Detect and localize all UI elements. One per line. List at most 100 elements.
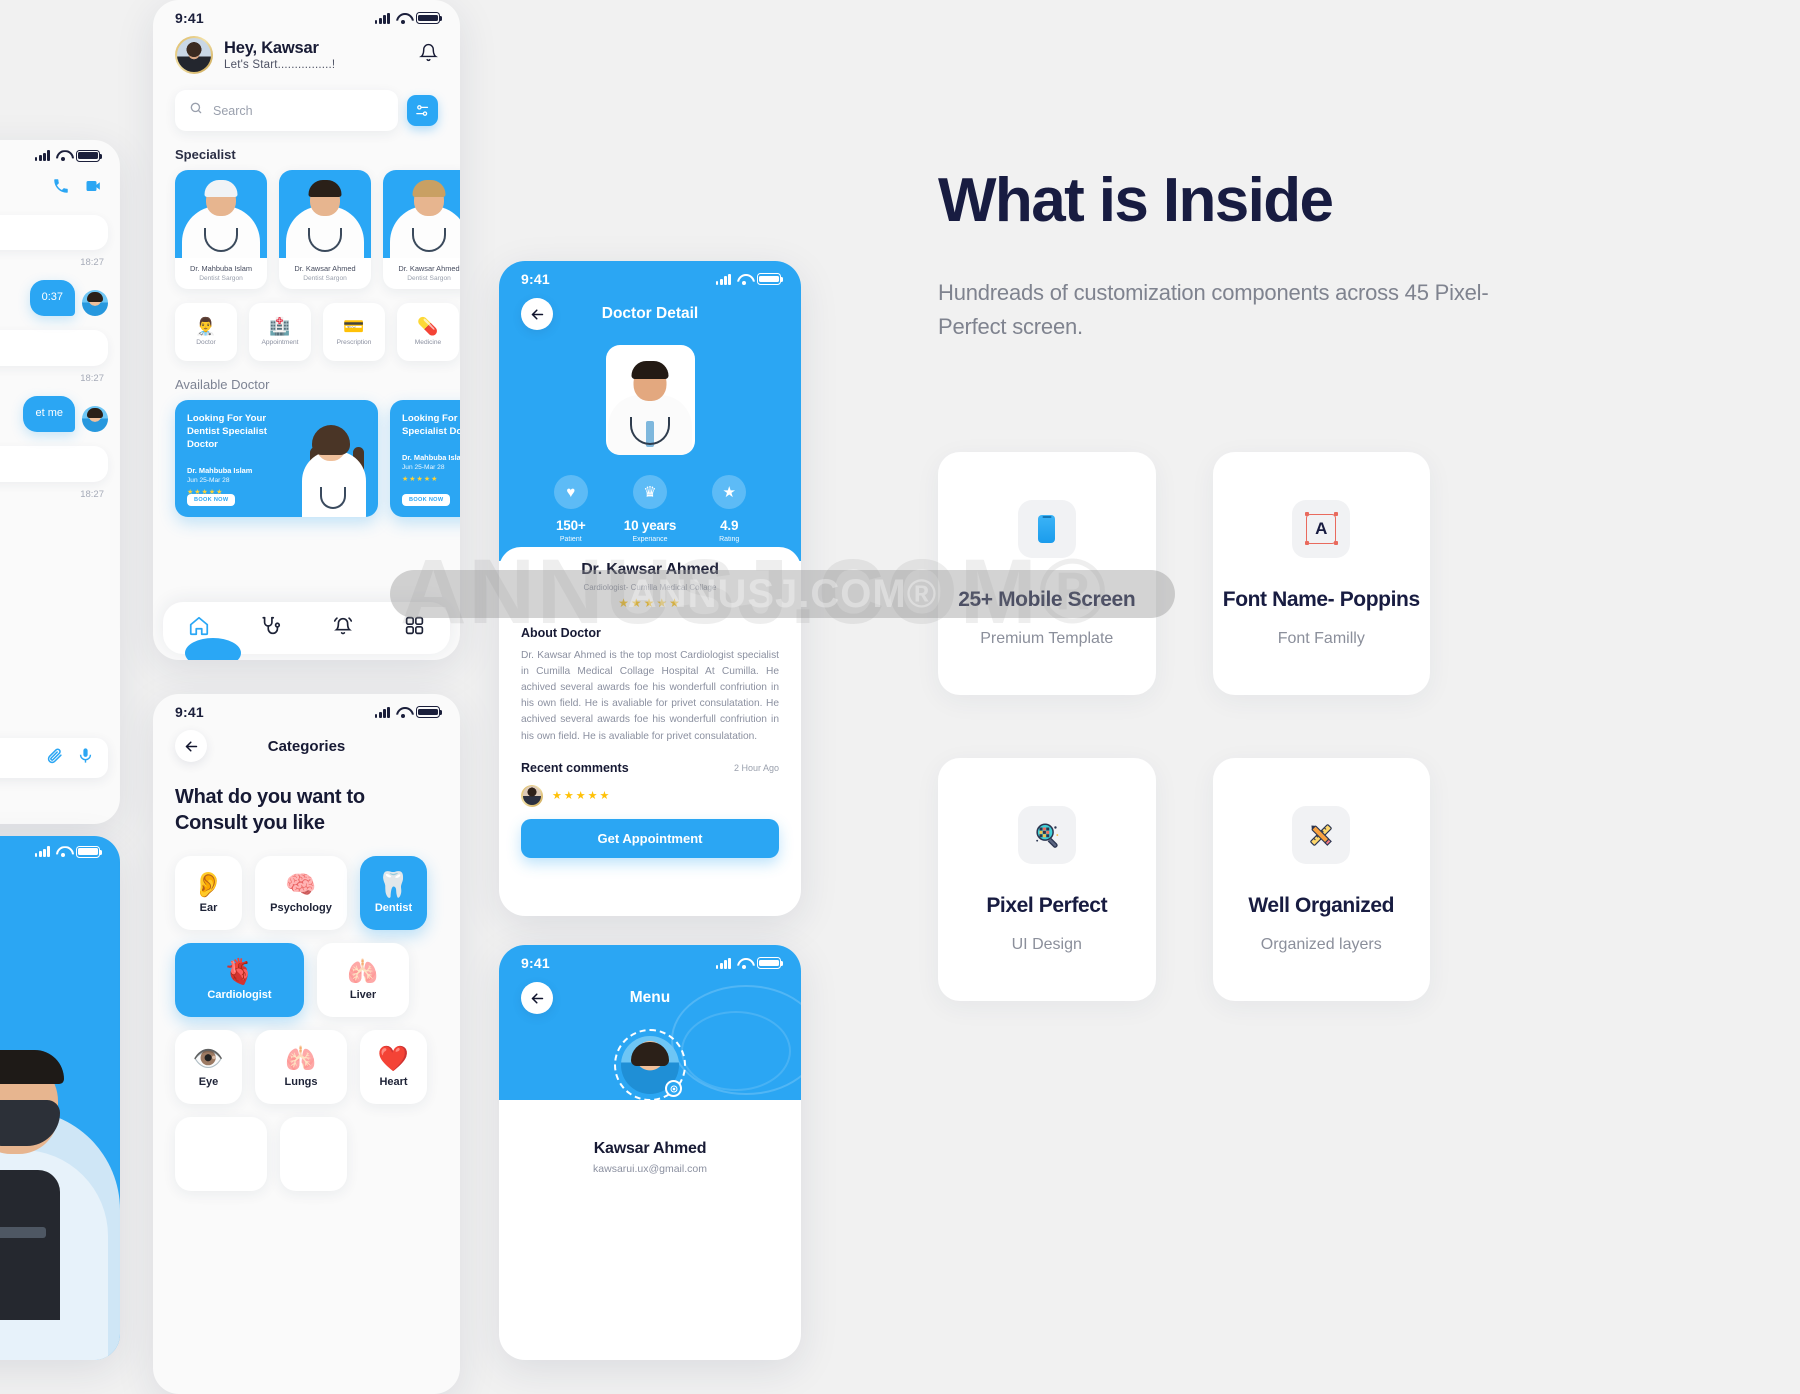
prescription-icon[interactable]: 💳 Prescription bbox=[323, 303, 385, 361]
banner-date: Jun 25-Mar 28 bbox=[402, 463, 445, 471]
status-icons bbox=[34, 846, 103, 858]
detail-status-time: 9:41 bbox=[521, 271, 550, 287]
avatar[interactable] bbox=[175, 36, 213, 74]
category-dentist[interactable]: 🦷 Dentist bbox=[360, 856, 427, 930]
available-doctor-list: Looking For Your Dentist Specialist Doct… bbox=[153, 400, 460, 517]
phone-icon[interactable] bbox=[52, 177, 70, 200]
microphone-icon[interactable] bbox=[77, 747, 94, 769]
feature-cards-grid: 25+ Mobile Screen Premium Template A Fon… bbox=[938, 452, 1430, 1001]
battery-icon bbox=[76, 846, 103, 858]
specialist-card[interactable]: Dr. Mahbuba Islam Dentist Sargon bbox=[175, 170, 267, 289]
category-liver[interactable]: 🫁 Liver bbox=[317, 943, 409, 1017]
heart-icon: ♥ bbox=[553, 475, 588, 509]
quick-label: Doctor bbox=[196, 339, 216, 346]
phone-photo-screen bbox=[0, 836, 120, 1360]
phone-menu-screen: 9:41 Menu Kawsar Ahmed kawsarui.ux@gmail… bbox=[499, 945, 801, 1360]
font-glyph-letter: A bbox=[1304, 512, 1338, 545]
category-placeholder[interactable] bbox=[280, 1117, 347, 1191]
specialist-section-title: Specialist bbox=[175, 147, 236, 162]
signal-icon bbox=[34, 846, 50, 858]
doctor-banner-card[interactable]: Looking For Your Specialist Doctor Dr. M… bbox=[390, 400, 460, 517]
feature-card-font[interactable]: A Font Name- Poppins Font Familly bbox=[1212, 452, 1430, 695]
page-title: Categories bbox=[267, 737, 346, 755]
specialist-role: Dentist Sargon bbox=[303, 275, 347, 282]
specialist-name: Dr. Kawsar Ahmed bbox=[294, 264, 356, 273]
book-now-button[interactable]: BOOK NOW bbox=[187, 494, 236, 506]
category-lungs[interactable]: 🫁 Lungs bbox=[255, 1030, 347, 1104]
ear-icon: 👂 bbox=[192, 870, 225, 899]
quick-glyph: 👨‍⚕️ bbox=[195, 317, 217, 336]
feature-title: Well Organized bbox=[1248, 893, 1395, 917]
tab-notification[interactable] bbox=[332, 615, 354, 642]
book-now-button[interactable]: BOOK NOW bbox=[402, 494, 451, 506]
specialist-list: Dr. Mahbuba Islam Dentist Sargon Dr. Kaw… bbox=[153, 170, 460, 289]
chat-bubble-outgoing: et me bbox=[23, 396, 75, 433]
banner-stars: ★★★★★ bbox=[402, 475, 439, 483]
chat-input-bar[interactable] bbox=[0, 738, 108, 778]
menu-status-time: 9:41 bbox=[521, 955, 550, 971]
get-appointment-button[interactable]: Get Appointment bbox=[521, 818, 779, 858]
avatar[interactable] bbox=[614, 1029, 686, 1101]
paperclip-icon[interactable] bbox=[46, 747, 63, 769]
greeting-block: Hey, Kawsar Let's Start................! bbox=[224, 39, 335, 71]
stat-rating: ★ 4.9 Rating bbox=[712, 475, 747, 543]
right-info-panel: What is Inside Hundreads of customizatio… bbox=[938, 0, 1800, 1360]
screenshot-root: ar o patient. I need 18:27 0:37 o patien… bbox=[0, 0, 1800, 1394]
battery-icon bbox=[416, 12, 443, 24]
greeting-subtitle: Let's Start................! bbox=[224, 59, 336, 71]
font-letter-a-icon: A bbox=[1292, 499, 1351, 558]
specialist-card[interactable]: Dr. Kawsar Ahmed Dentist Sargon bbox=[383, 170, 460, 289]
bell-icon[interactable] bbox=[419, 43, 438, 67]
video-camera-icon[interactable] bbox=[84, 176, 104, 201]
battery-icon bbox=[757, 957, 784, 969]
category-ear[interactable]: 👂 Ear bbox=[175, 856, 242, 930]
phone-categories-screen: 9:41 Categories What do you want to Cons… bbox=[153, 694, 460, 1394]
doctor-stats: ♥ 150+ Patient ♛ 10 years Experiance ★ 4… bbox=[499, 475, 801, 543]
wifi-icon bbox=[737, 274, 751, 285]
watermark-text: ANNUSJ.COM® bbox=[627, 571, 938, 616]
category-cardiologist[interactable]: 🫀 Cardiologist bbox=[175, 943, 304, 1017]
detail-status-bar: 9:41 bbox=[499, 261, 801, 291]
search-input[interactable]: Search bbox=[175, 90, 398, 131]
comment-stars: ★★★★★ bbox=[552, 790, 612, 803]
appointment-icon[interactable]: 🏥 Appointment bbox=[249, 303, 311, 361]
category-eye[interactable]: 👁️ Eye bbox=[175, 1030, 242, 1104]
about-text: Dr. Kawsar Ahmed is the top most Cardiol… bbox=[521, 650, 779, 742]
category-placeholder[interactable] bbox=[175, 1117, 267, 1191]
eye-icon: 👁️ bbox=[192, 1044, 225, 1073]
stat-experience: ♛ 10 years Experiance bbox=[624, 475, 676, 543]
category-psychology[interactable]: 🧠 Psychology bbox=[255, 856, 347, 930]
chat-row-outgoing: 0:37 bbox=[0, 280, 108, 317]
category-heart[interactable]: ❤️ Heart bbox=[360, 1030, 427, 1104]
category-label: Liver bbox=[349, 988, 377, 1001]
categories-grid: 👂 Ear 🧠 Psychology 🦷 Dentist 🫀 Cardiolog… bbox=[153, 836, 460, 1191]
banner-headline: Looking For Your Specialist Doctor bbox=[402, 413, 460, 437]
banner-doctor: Dr. Mahbuba Islam bbox=[402, 452, 460, 462]
signal-icon bbox=[715, 273, 731, 285]
person-illustration bbox=[0, 930, 120, 1360]
doctor-banner-card[interactable]: Looking For Your Dentist Specialist Doct… bbox=[175, 400, 378, 517]
specialist-name: Dr. Kawsar Ahmed bbox=[398, 264, 460, 273]
filter-sliders-icon[interactable] bbox=[407, 95, 438, 126]
camera-icon[interactable] bbox=[665, 1080, 682, 1097]
chat-timestamp: 18:27 bbox=[80, 489, 104, 501]
battery-icon bbox=[76, 150, 103, 162]
stat-value: 10 years bbox=[623, 518, 677, 533]
specialist-card[interactable]: Dr. Kawsar Ahmed Dentist Sargon bbox=[279, 170, 371, 289]
home-status-time: 9:41 bbox=[175, 10, 204, 26]
chat-timestamp: 18:27 bbox=[80, 373, 104, 385]
quick-label: Appointment bbox=[261, 339, 299, 346]
status-icons bbox=[34, 150, 103, 162]
feature-subtitle: UI Design bbox=[1011, 935, 1082, 953]
lungs-icon: 🫁 bbox=[285, 1044, 317, 1073]
search-icon bbox=[189, 101, 203, 120]
stat-value: 150+ bbox=[555, 518, 586, 533]
doctor-icon[interactable]: 👨‍⚕️ Doctor bbox=[175, 303, 237, 361]
medicine-icon[interactable]: 💊 Medicine bbox=[397, 303, 459, 361]
feature-card-pixel-perfect[interactable]: Pixel Perfect UI Design bbox=[938, 758, 1156, 1001]
quick-label: Medicine bbox=[414, 339, 442, 346]
tab-stethoscope[interactable] bbox=[260, 615, 282, 642]
comments-heading: Recent comments bbox=[521, 760, 629, 775]
feature-card-well-organized[interactable]: Well Organized Organized layers bbox=[1212, 758, 1430, 1001]
tab-grid[interactable] bbox=[404, 615, 425, 641]
